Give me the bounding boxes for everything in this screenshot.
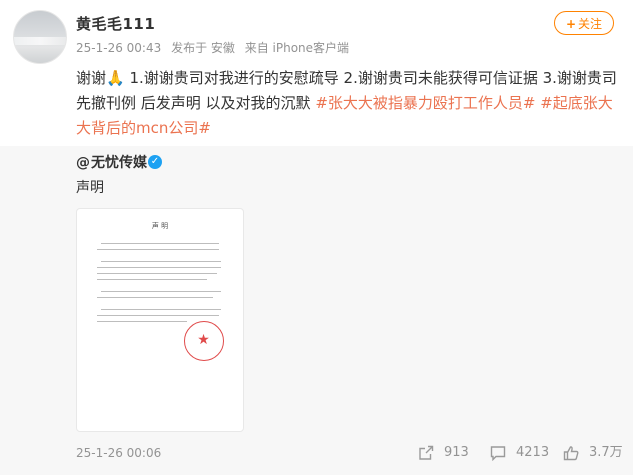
- verified-icon: ✓: [148, 155, 162, 169]
- doc-text-line: [97, 273, 217, 274]
- comment-count: 4213: [516, 445, 550, 460]
- doc-text-line: [97, 315, 219, 316]
- like-button[interactable]: 3.7万: [563, 444, 623, 462]
- post-username[interactable]: 黄毛毛111: [76, 13, 155, 34]
- doc-text-line: [97, 321, 187, 322]
- post-location: 发布于 安徽: [171, 41, 235, 55]
- doc-text-line: [97, 279, 207, 280]
- post-meta: 25-1-26 00:43 发布于 安徽 来自 iPhone客户端: [76, 39, 355, 56]
- doc-text-line: [101, 261, 221, 262]
- post-source: 来自 iPhone客户端: [244, 41, 350, 55]
- hashtag-link-1[interactable]: #张大大被指暴力殴打工作人员#: [315, 94, 535, 112]
- retweet-author[interactable]: @无忧传媒: [76, 152, 147, 172]
- doc-text-line: [97, 249, 219, 250]
- like-icon: [563, 445, 579, 460]
- follow-plus-icon: +: [565, 17, 577, 31]
- doc-text-line: [101, 243, 219, 244]
- post-text: 谢谢🙏 1.谢谢贵司对我进行的安慰疏导 2.谢谢贵司未能获得可信证据 3.谢谢贵…: [76, 66, 621, 141]
- like-count: 3.7万: [589, 445, 623, 460]
- doc-text-line: [97, 267, 221, 268]
- doc-text-line: [101, 291, 221, 292]
- comment-icon: [490, 445, 506, 461]
- avatar-image-band: [14, 37, 66, 45]
- doc-title: 声 明: [151, 222, 169, 230]
- repost-button[interactable]: 913: [418, 444, 469, 462]
- repost-icon: [419, 445, 434, 460]
- retweet-author-name: 无忧传媒: [91, 155, 147, 171]
- seal-star-icon: ★: [197, 332, 210, 348]
- repost-count: 913: [444, 445, 469, 460]
- avatar[interactable]: [13, 10, 67, 64]
- company-seal: ★: [184, 321, 224, 361]
- post-time[interactable]: 25-1-26 00:43: [76, 41, 161, 55]
- retweet-author-at: @: [76, 155, 90, 171]
- retweet-text: 声明: [76, 180, 104, 196]
- comment-button[interactable]: 4213: [490, 444, 549, 462]
- retweet-date[interactable]: 25-1-26 00:06: [76, 446, 161, 460]
- doc-text-line: [97, 297, 213, 298]
- statement-image-thumbnail[interactable]: 声 明 ★: [76, 208, 244, 432]
- doc-text-line: [101, 309, 221, 310]
- follow-label: 关注: [578, 17, 603, 31]
- follow-button[interactable]: + 关注: [554, 11, 614, 35]
